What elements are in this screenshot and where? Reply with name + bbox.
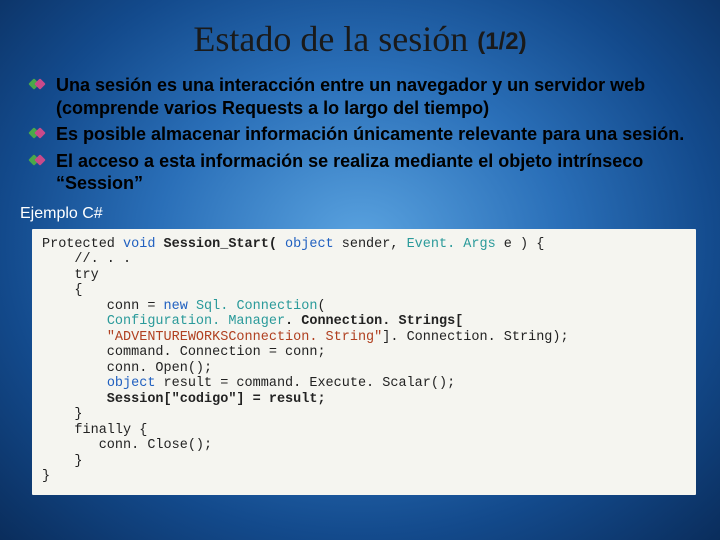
example-label: Ejemplo C# (10, 205, 710, 223)
code-type: Event. Args (407, 237, 496, 252)
code-string: "ADVENTUREWORKSConnection. String" (107, 330, 382, 345)
bullet-text: Es posible almacenar información únicame… (56, 124, 684, 144)
code-text: //. . . (42, 252, 131, 267)
code-keyword: new (164, 299, 188, 314)
code-text: conn = (42, 299, 164, 314)
code-keyword: object (107, 376, 156, 391)
code-text (42, 376, 107, 391)
code-block: Protected void Session_Start( object sen… (32, 229, 696, 495)
diamond-bullet-icon (30, 79, 46, 89)
code-text (42, 330, 107, 345)
slide-title: Estado de la sesión (1/2) (10, 18, 710, 60)
code-text: command. Connection = conn; (42, 345, 326, 360)
bullet-item: El acceso a esta información se realiza … (30, 150, 698, 195)
code-text: Session_Start( (155, 237, 285, 252)
diamond-bullet-icon (30, 128, 46, 138)
code-text: conn. Open(); (42, 361, 212, 376)
page-indicator: (1/2) (477, 28, 526, 55)
bullet-item: Una sesión es una interacción entre un n… (30, 74, 698, 119)
diamond-bullet-icon (30, 155, 46, 165)
code-text (188, 299, 196, 314)
code-text: } (42, 469, 50, 484)
title-text: Estado de la sesión (193, 19, 468, 59)
code-text (42, 314, 107, 329)
code-type: Sql. Connection (196, 299, 318, 314)
code-keyword: object (285, 237, 334, 252)
bullet-text: Una sesión es una interacción entre un n… (56, 75, 645, 118)
code-text: Protected (42, 237, 123, 252)
code-text: try (42, 268, 99, 283)
bullet-list: Una sesión es una interacción entre un n… (10, 74, 710, 195)
code-text: result = command. Execute. Scalar(); (155, 376, 455, 391)
code-text: { (42, 283, 83, 298)
bullet-text: El acceso a esta información se realiza … (56, 151, 643, 194)
code-text: conn. Close(); (42, 438, 212, 453)
code-text: } (42, 407, 83, 422)
code-type: Configuration. Manager (107, 314, 285, 329)
code-text: e ) { (496, 237, 545, 252)
code-text: sender, (334, 237, 407, 252)
code-text: ( (317, 299, 325, 314)
code-text: ]. Connection. String); (382, 330, 568, 345)
code-text: } (42, 454, 83, 469)
code-text: Session["codigo"] = result; (42, 392, 326, 407)
code-text: . Connection. Strings[ (285, 314, 463, 329)
slide-container: Estado de la sesión (1/2) Una sesión es … (0, 0, 720, 540)
code-text: finally { (42, 423, 147, 438)
code-keyword: void (123, 237, 155, 252)
bullet-item: Es posible almacenar información únicame… (30, 123, 698, 146)
